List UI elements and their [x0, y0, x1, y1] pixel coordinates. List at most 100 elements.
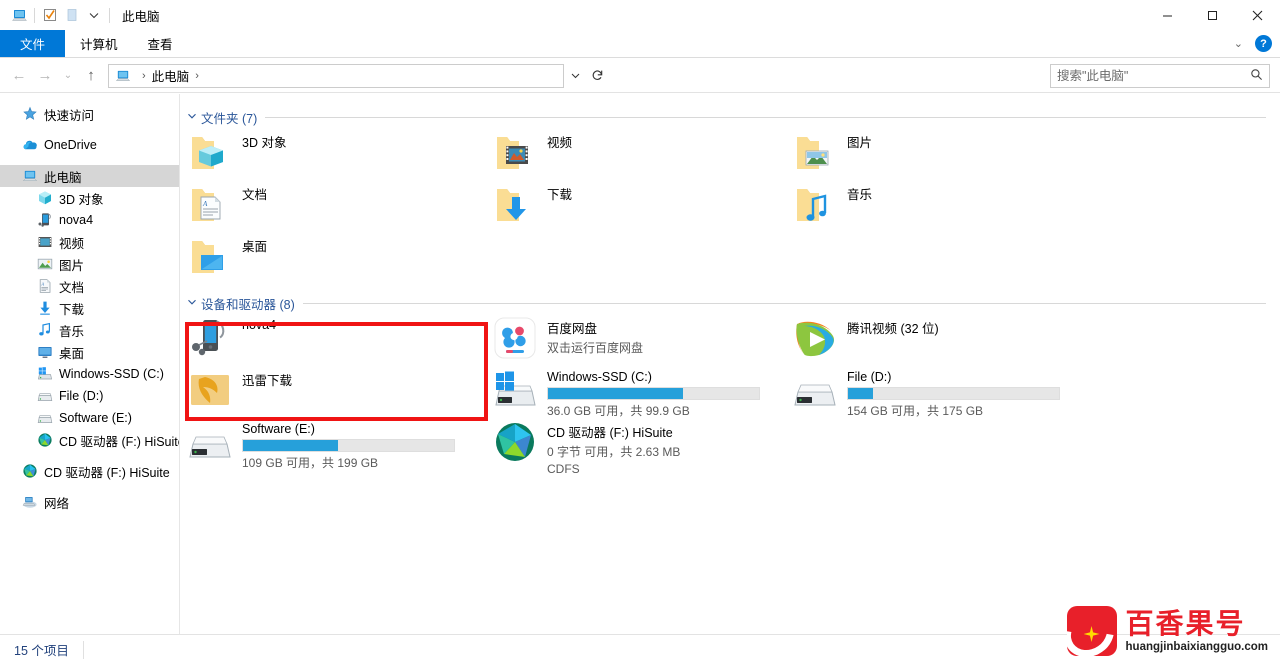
minimize-button[interactable] — [1145, 0, 1190, 30]
tab-file[interactable]: 文件 — [0, 30, 65, 57]
list-item[interactable]: 腾讯视频 (32 位) — [791, 314, 1061, 366]
qat-divider-2 — [109, 7, 110, 23]
address-history-dropdown-icon[interactable] — [564, 64, 586, 88]
breadcrumb-separator-1[interactable]: › — [195, 70, 199, 82]
list-item[interactable]: 音乐 — [791, 180, 1061, 232]
sidebar-item-7[interactable]: A 文档 — [0, 275, 179, 297]
tab-view[interactable]: 查看 — [133, 30, 188, 57]
cd-drive-icon — [22, 463, 38, 479]
capacity-bar — [547, 387, 760, 400]
list-item[interactable]: 视频 — [491, 128, 761, 180]
customize-qat-dropdown-icon[interactable] — [83, 4, 105, 26]
sidebar-item-11[interactable]: Windows-SSD (C:) — [0, 363, 179, 385]
recent-locations-icon[interactable]: ⌄ — [58, 63, 78, 89]
list-item[interactable]: 3D 对象 — [186, 128, 456, 180]
item-name: File (D:) — [847, 370, 892, 384]
item-subtitle-2: CDFS — [547, 462, 580, 476]
window-title: 此电脑 — [122, 9, 160, 24]
list-item[interactable]: nova4 — [186, 314, 456, 366]
documents-icon: A — [37, 278, 53, 294]
new-folder-icon[interactable] — [61, 4, 83, 26]
sidebar-item-5[interactable]: 视频 — [0, 231, 179, 253]
folder-videos-icon — [491, 128, 539, 176]
sidebar-item-3[interactable]: 3D 对象 — [0, 187, 179, 209]
status-divider — [82, 640, 84, 659]
chevron-down-icon[interactable] — [187, 111, 197, 124]
sidebar-item-label: nova4 — [59, 213, 94, 227]
item-name: 音乐 — [847, 188, 873, 202]
sidebar-item-15[interactable]: CD 驱动器 (F:) HiSuite — [0, 460, 179, 482]
item-name: 腾讯视频 (32 位) — [847, 322, 939, 336]
list-item[interactable]: 图片 — [791, 128, 1061, 180]
pin-star-icon — [22, 106, 38, 122]
group-title: 设备和驱动器 (8) — [201, 297, 295, 312]
chevron-down-icon[interactable]: ⌄ — [1230, 37, 1247, 50]
sidebar-item-1[interactable]: OneDrive — [0, 134, 179, 156]
chevron-down-icon[interactable] — [187, 297, 197, 310]
sidebar-item-16[interactable]: 网络 — [0, 491, 179, 513]
sidebar-item-label: 图片 — [59, 258, 85, 273]
list-item[interactable]: Windows-SSD (C:) 36.0 GB 可用，共 99.9 GB — [491, 366, 761, 418]
refresh-icon[interactable] — [586, 64, 608, 88]
list-item[interactable]: Software (E:) 109 GB 可用，共 199 GB — [186, 418, 456, 470]
close-button[interactable] — [1235, 0, 1280, 30]
properties-icon[interactable] — [39, 4, 61, 26]
sidebar-item-label: OneDrive — [44, 138, 97, 152]
capacity-bar — [242, 439, 455, 452]
breadcrumb-item-this-pc[interactable]: 此电脑 — [152, 66, 190, 85]
help-icon[interactable]: ? — [1255, 35, 1272, 52]
navigation-pane[interactable]: 快速访问 OneDrive 此电脑 3D 对象 nova4 视频图片 A 文档 下载音乐桌面 Wi… — [0, 94, 180, 634]
ribbon-tab-bar: 文件 计算机 查看 ⌄ ? — [0, 30, 1280, 58]
sidebar-item-10[interactable]: 桌面 — [0, 341, 179, 363]
item-name: 迅雷下载 — [242, 374, 293, 388]
list-item[interactable]: A 文档 — [186, 180, 456, 232]
item-name: CD 驱动器 (F:) HiSuite — [547, 426, 673, 440]
list-item[interactable]: 百度网盘 双击运行百度网盘 — [491, 314, 761, 366]
sidebar-item-14[interactable]: CD 驱动器 (F:) HiSuite — [0, 429, 179, 451]
sidebar-item-label: 快速访问 — [44, 108, 95, 123]
folder-pictures-icon — [791, 128, 839, 176]
sidebar-item-9[interactable]: 音乐 — [0, 319, 179, 341]
sidebar-item-4[interactable]: nova4 — [0, 209, 179, 231]
list-item[interactable]: File (D:) 154 GB 可用，共 175 GB — [791, 366, 1061, 418]
up-button[interactable]: ↑ — [78, 63, 104, 89]
list-item[interactable]: 桌面 — [186, 232, 456, 284]
sidebar-item-6[interactable]: 图片 — [0, 253, 179, 275]
search-icon[interactable] — [1250, 68, 1263, 84]
item-subtitle: 0 字节 可用，共 2.63 MB — [547, 445, 681, 459]
phone-device-icon — [186, 314, 234, 362]
list-item[interactable]: 迅雷下载 — [186, 366, 456, 418]
maximize-button[interactable] — [1190, 0, 1235, 30]
capacity-bar — [847, 387, 1060, 400]
phone-device-icon — [37, 212, 53, 228]
sidebar-item-0[interactable]: 快速访问 — [0, 103, 179, 125]
list-item[interactable]: CD 驱动器 (F:) HiSuite 0 字节 可用，共 2.63 MB CDFS — [491, 418, 761, 476]
breadcrumb-separator-0[interactable]: › — [142, 70, 146, 82]
group-divider — [302, 302, 1266, 304]
group-header-0[interactable]: 文件夹 (7) — [181, 106, 1276, 128]
item-name: nova4 — [242, 318, 277, 332]
watermark: 百香果号 huangjinbaixiangguo.com — [1066, 606, 1268, 656]
tab-computer[interactable]: 计算机 — [65, 30, 133, 57]
search-input[interactable] — [1057, 68, 1250, 83]
hdd-icon — [186, 418, 234, 466]
desktop-icon — [37, 344, 53, 360]
forward-button[interactable]: → — [32, 63, 58, 89]
search-box[interactable] — [1050, 63, 1270, 88]
sidebar-item-12[interactable]: File (D:) — [0, 385, 179, 407]
sidebar-item-13[interactable]: Software (E:) — [0, 407, 179, 429]
file-list-view[interactable]: 文件夹 (7) 3D 对象 视频 图片 A 文档 下载 音乐桌面设备和驱动器 (8) nova4… — [181, 94, 1280, 634]
item-name: Windows-SSD (C:) — [547, 370, 652, 384]
windows-drive-icon — [37, 366, 53, 382]
capacity-bar-fill — [848, 388, 874, 399]
windows-drive-icon — [491, 366, 539, 414]
sidebar-item-8[interactable]: 下载 — [0, 297, 179, 319]
group-header-1[interactable]: 设备和驱动器 (8) — [181, 292, 1276, 314]
list-item[interactable]: 下载 — [491, 180, 761, 232]
breadcrumb[interactable]: › 此电脑 › — [108, 63, 564, 88]
sidebar-item-2[interactable]: 此电脑 — [0, 165, 179, 187]
item-name: 百度网盘 — [547, 322, 598, 336]
sidebar-item-label: 音乐 — [59, 324, 85, 339]
back-button[interactable]: ← — [6, 63, 32, 89]
item-subtitle: 109 GB 可用，共 199 GB — [242, 456, 379, 470]
